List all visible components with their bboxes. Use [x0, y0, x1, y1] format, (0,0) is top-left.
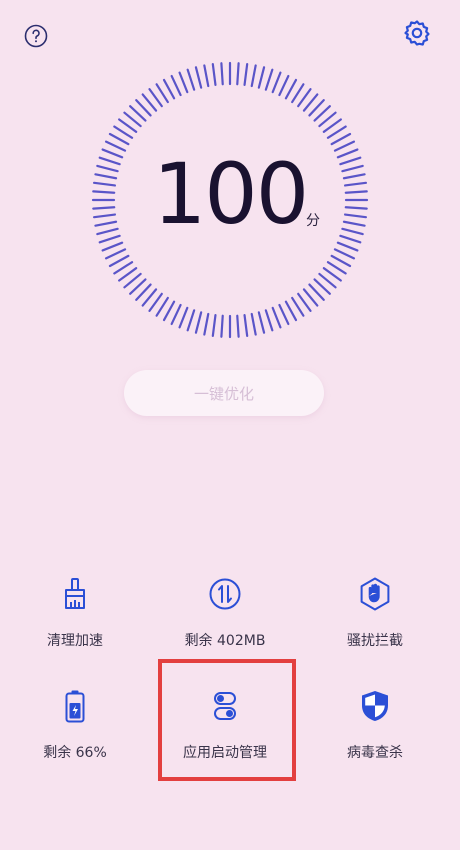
tool-battery[interactable]: 剩余 66%: [0, 678, 150, 778]
ring-tick: [170, 74, 182, 97]
ring-tick: [194, 311, 203, 334]
ring-tick: [326, 125, 347, 139]
ring-tick: [178, 71, 189, 94]
score-gauge: 100 分: [80, 50, 380, 350]
question-circle-icon[interactable]: [24, 24, 48, 48]
ring-tick: [178, 306, 189, 329]
ring-tick: [330, 254, 352, 268]
ring-tick: [326, 261, 347, 275]
optimize-button-label: 一键优化: [193, 384, 254, 403]
ring-tick: [278, 74, 290, 97]
ring-tick: [284, 78, 298, 100]
ring-tick: [220, 62, 224, 86]
ring-tick: [333, 248, 356, 260]
ring-tick: [211, 313, 217, 338]
ring-tick: [155, 296, 169, 317]
tool-clean-accelerate[interactable]: 清理加速: [0, 566, 150, 666]
tool-harassment-block[interactable]: 骚扰拦截: [300, 566, 450, 666]
ring-tick: [257, 66, 266, 89]
ring-tick: [194, 66, 203, 89]
ring-tick: [278, 303, 290, 326]
tool-memory[interactable]: 剩余 402MB: [150, 566, 300, 666]
tool-virus-scan[interactable]: 病毒查杀: [300, 678, 450, 778]
ring-tick: [203, 64, 210, 88]
shield-icon: [362, 691, 388, 721]
tool-label: 剩余 402MB: [184, 633, 266, 649]
memory-arrows-icon: [209, 578, 241, 610]
ring-tick: [155, 83, 169, 104]
ring-tick: [108, 254, 130, 268]
tool-label: 病毒查杀: [347, 745, 403, 761]
ring-tick: [113, 261, 134, 275]
ring-tick: [186, 68, 196, 91]
ring-tick: [236, 314, 240, 338]
ring-tick: [104, 248, 127, 260]
tool-label: 骚扰拦截: [347, 633, 403, 649]
score-unit: 分: [306, 213, 320, 229]
ring-tick: [291, 83, 305, 104]
ring-tick: [271, 71, 282, 94]
battery-icon: [65, 690, 85, 723]
ring-tick: [113, 125, 134, 139]
tool-label: 剩余 66%: [43, 745, 107, 761]
gear-icon[interactable]: [402, 18, 432, 48]
ring-tick: [264, 68, 274, 91]
highlight-box: [158, 659, 296, 781]
ring-tick: [250, 312, 257, 336]
tool-label: 清理加速: [47, 633, 103, 649]
ring-tick: [264, 309, 274, 332]
ring-tick: [236, 62, 240, 86]
ring-tick: [162, 78, 176, 100]
ring-tick: [257, 311, 266, 334]
hand-block-icon: [360, 577, 390, 611]
ring-tick: [211, 62, 217, 87]
ring-tick: [203, 312, 210, 336]
ring-tick: [243, 313, 249, 338]
ring-tick: [271, 306, 282, 329]
ring-tick: [162, 300, 176, 322]
ring-tick: [186, 309, 196, 332]
ring-tick: [250, 64, 257, 88]
ring-tick: [330, 132, 352, 146]
ring-tick: [220, 314, 224, 338]
one-click-optimize-button[interactable]: 一键优化: [124, 370, 324, 416]
ring-tick: [291, 296, 305, 317]
broom-icon: [65, 578, 85, 609]
ring-tick: [284, 300, 298, 322]
ring-tick: [170, 303, 182, 326]
ring-tick: [243, 62, 249, 87]
ring-tick: [108, 132, 130, 146]
score-value: 100: [152, 145, 309, 243]
